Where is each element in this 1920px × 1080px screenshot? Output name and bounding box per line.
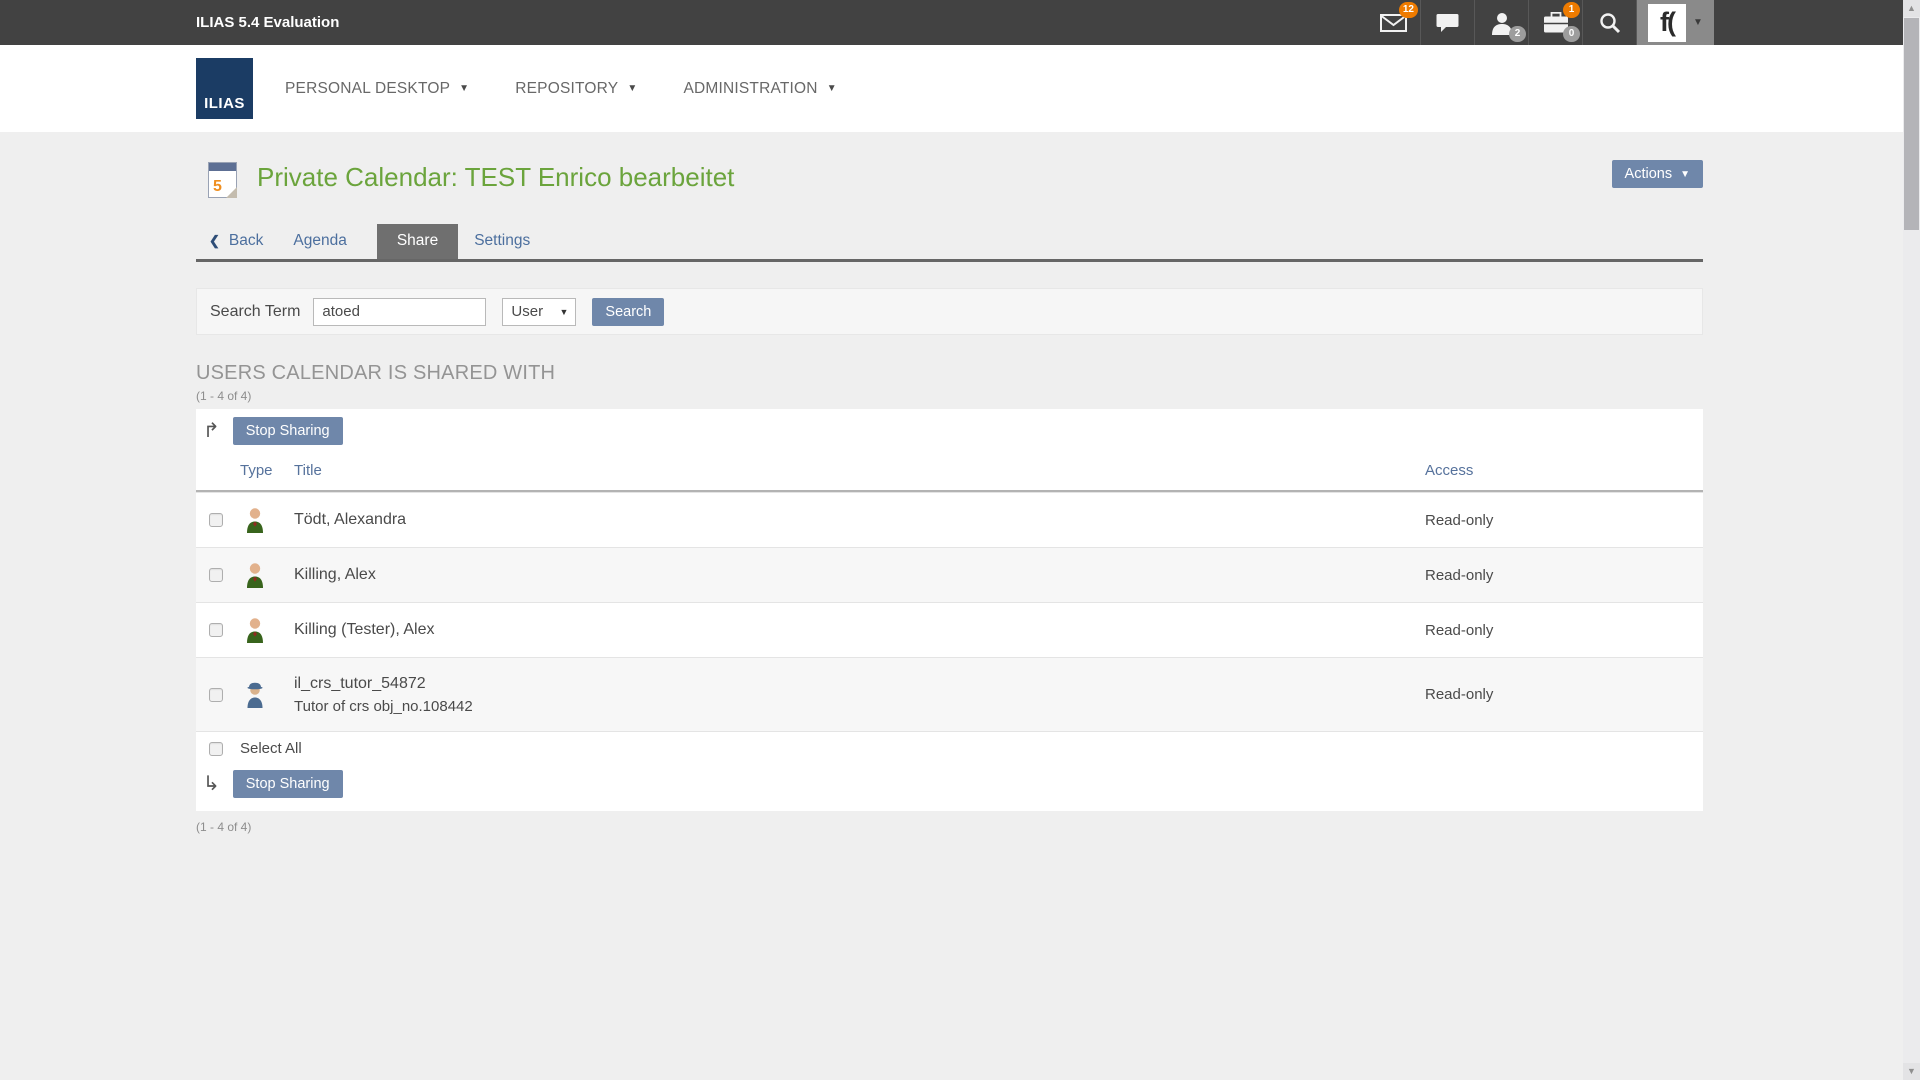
list-count-bottom: (1 - 4 of 4) (196, 820, 1703, 834)
row-access: Read-only (1425, 686, 1703, 703)
speech-bubble-icon (1436, 13, 1459, 33)
user-avatar-icon (245, 507, 265, 533)
row-checkbox[interactable] (209, 513, 223, 527)
mail-icon[interactable]: 12 (1366, 0, 1420, 45)
search-type-select-wrap: User ▼ (502, 298, 576, 326)
row-title: Tödt, Alexandra (294, 511, 1425, 529)
chevron-down-icon: ▼ (627, 83, 637, 94)
tasks-icon[interactable]: 1 0 (1528, 0, 1582, 45)
chevron-down-icon: ▼ (1693, 17, 1703, 28)
list-count-top: (1 - 4 of 4) (196, 389, 1703, 403)
shared-users-table: ↱ Stop Sharing Type Title Access Tödt, A… (196, 409, 1703, 811)
row-title: Killing (Tester), Alex (294, 621, 1425, 639)
top-bar: ILIAS 5.4 Evaluation 12 2 (0, 0, 1920, 45)
tasks-count-badge-bottom: 0 (1563, 26, 1580, 42)
chevron-left-icon: ❮ (209, 233, 220, 249)
column-type[interactable]: Type (240, 462, 294, 479)
tab-back-label: Back (229, 232, 263, 250)
user-avatar-icon (245, 562, 265, 588)
scroll-up-icon[interactable]: ▲ (1903, 0, 1920, 17)
top-bar-icons: 12 2 1 0 (1366, 0, 1714, 45)
system-title: ILIAS 5.4 Evaluation (196, 0, 339, 45)
page-title: Private Calendar: TEST Enrico bearbeitet (257, 162, 734, 193)
main-menu: PERSONAL DESKTOP ▼ REPOSITORY ▼ ADMINIST… (285, 45, 837, 132)
row-access: Read-only (1425, 622, 1703, 639)
menu-personal-desktop[interactable]: PERSONAL DESKTOP ▼ (285, 80, 469, 98)
row-checkbox[interactable] (209, 688, 223, 702)
row-checkbox[interactable] (209, 568, 223, 582)
row-subtitle: Tutor of crs obj_no.108442 (294, 698, 1425, 715)
calendar-icon-day: 5 (213, 178, 222, 196)
tab-agenda[interactable]: Agenda (293, 224, 346, 259)
tab-settings[interactable]: Settings (474, 224, 530, 259)
page-scrollbar[interactable]: ▲ ▼ (1903, 0, 1920, 1080)
user-avatar-icon (245, 617, 265, 643)
contacts-icon[interactable]: 2 (1474, 0, 1528, 45)
actions-button-label: Actions (1625, 166, 1673, 182)
select-all-checkbox[interactable] (209, 742, 223, 756)
scroll-down-icon[interactable]: ▼ (1903, 1063, 1920, 1080)
stop-sharing-button-bottom[interactable]: Stop Sharing (233, 770, 343, 798)
search-button[interactable]: Search (592, 298, 664, 326)
contacts-count-badge: 2 (1509, 26, 1526, 42)
tab-back[interactable]: ❮ Back (209, 224, 263, 259)
content-area: 5 Private Calendar: TEST Enrico bearbeit… (0, 132, 1920, 1080)
ilias-logo[interactable]: ILIAS (196, 58, 253, 119)
menu-label: ADMINISTRATION (683, 80, 817, 98)
main-nav: ILIAS PERSONAL DESKTOP ▼ REPOSITORY ▼ AD… (0, 45, 1920, 132)
menu-administration[interactable]: ADMINISTRATION ▼ (683, 80, 836, 98)
role-avatar-icon (245, 682, 265, 708)
row-access: Read-only (1425, 567, 1703, 584)
tab-share[interactable]: Share (377, 224, 458, 259)
select-all-row: Select All (196, 731, 1703, 765)
avatar: f( (1648, 4, 1686, 42)
list-heading: USERS CALENDAR IS SHARED WITH (196, 362, 1703, 385)
menu-label: PERSONAL DESKTOP (285, 80, 450, 98)
table-row: il_crs_tutor_54872 Tutor of crs obj_no.1… (196, 657, 1703, 731)
table-header: Type Title Access (196, 453, 1703, 492)
apply-down-arrow-icon: ↳ (203, 774, 220, 794)
magnifier-icon (1599, 12, 1621, 34)
scrollbar-thumb[interactable] (1904, 18, 1919, 230)
table-row: Killing, Alex Read-only (196, 547, 1703, 602)
menu-label: REPOSITORY (515, 80, 618, 98)
row-title: Killing, Alex (294, 566, 1425, 584)
user-menu[interactable]: f( ▼ (1636, 0, 1714, 45)
stop-sharing-button-top[interactable]: Stop Sharing (233, 417, 343, 445)
menu-repository[interactable]: REPOSITORY ▼ (515, 80, 637, 98)
column-title[interactable]: Title (294, 462, 1425, 479)
row-access: Read-only (1425, 512, 1703, 529)
page-header: 5 Private Calendar: TEST Enrico bearbeit… (196, 160, 1703, 204)
search-type-select[interactable]: User (502, 298, 576, 326)
mail-count-badge: 12 (1399, 2, 1418, 18)
tab-bar: ❮ Back Agenda Share Settings (196, 224, 1703, 259)
chevron-down-icon: ▼ (827, 83, 837, 94)
search-icon[interactable] (1582, 0, 1636, 45)
calendar-icon-fold (226, 187, 237, 198)
table-toolbar-bottom: ↳ Stop Sharing (196, 765, 1703, 811)
row-checkbox[interactable] (209, 623, 223, 637)
chevron-down-icon: ▼ (1680, 169, 1690, 180)
table-toolbar-top: ↱ Stop Sharing (196, 409, 1703, 453)
search-panel: Search Term User ▼ Search (196, 288, 1703, 335)
search-input[interactable] (313, 298, 486, 326)
table-row: Killing (Tester), Alex Read-only (196, 602, 1703, 657)
calendar-icon-header (209, 163, 236, 171)
actions-button[interactable]: Actions ▼ (1612, 160, 1703, 188)
chevron-down-icon: ▼ (459, 83, 469, 94)
tab-underline (196, 259, 1703, 262)
row-title: il_crs_tutor_54872 (294, 675, 1425, 693)
column-access[interactable]: Access (1425, 462, 1703, 479)
tasks-count-badge-top: 1 (1563, 2, 1580, 18)
select-all-label: Select All (240, 740, 1703, 757)
table-row: Tödt, Alexandra Read-only (196, 492, 1703, 547)
chat-icon[interactable] (1420, 0, 1474, 45)
search-term-label: Search Term (210, 303, 300, 321)
calendar-icon: 5 (208, 162, 237, 198)
apply-up-arrow-icon: ↱ (203, 421, 220, 441)
